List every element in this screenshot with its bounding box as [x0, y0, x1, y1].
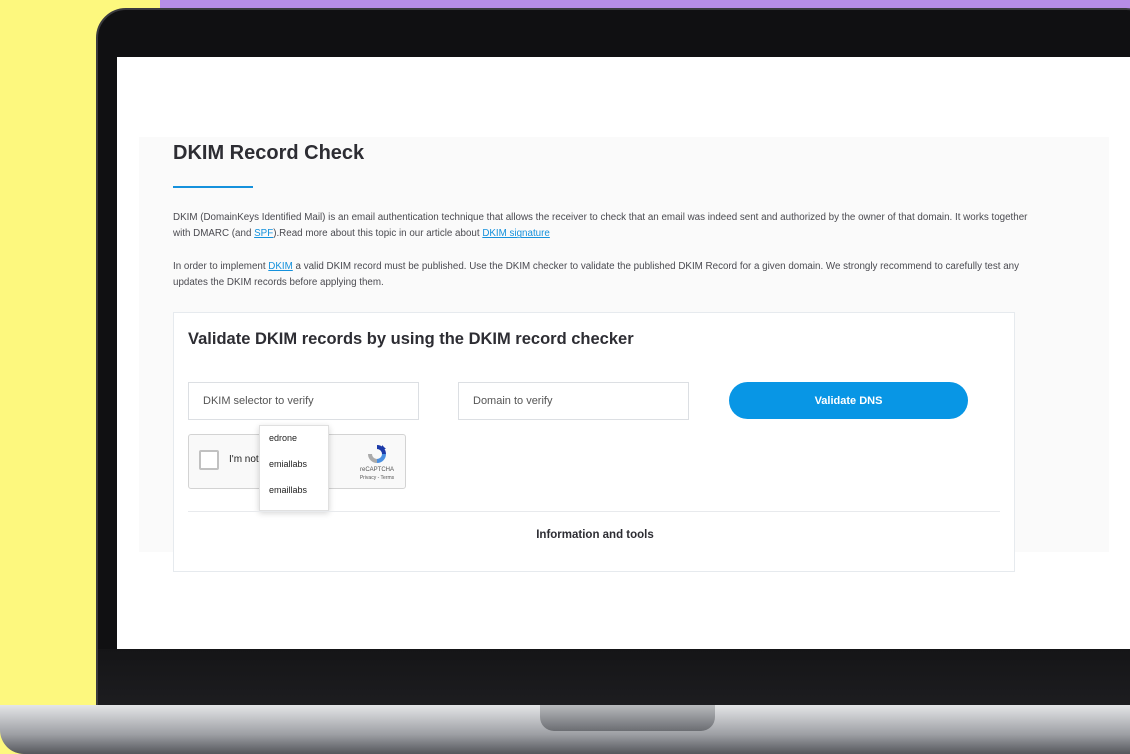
- autocomplete-option[interactable]: emiallabs: [260, 452, 328, 478]
- dkim-checker-card: Validate DKIM records by using the DKIM …: [173, 312, 1015, 572]
- laptop-chin: [98, 649, 1130, 707]
- recaptcha-privacy-terms[interactable]: Privacy - Terms: [349, 475, 405, 481]
- recaptcha-checkbox[interactable]: [199, 450, 219, 470]
- page-title: DKIM Record Check: [173, 142, 365, 164]
- spf-link[interactable]: SPF: [254, 228, 273, 239]
- dkim-signature-link[interactable]: DKIM signature: [482, 228, 550, 239]
- laptop-notch: [540, 705, 715, 731]
- implementation-paragraph: In order to implement DKIM a valid DKIM …: [173, 259, 1033, 292]
- card-title: Validate DKIM records by using the DKIM …: [188, 330, 634, 348]
- implementation-text-2: a valid DKIM record must be published. U…: [173, 261, 1020, 289]
- autocomplete-option[interactable]: edrone: [260, 426, 328, 452]
- recaptcha-brand: reCAPTCHA: [359, 467, 394, 473]
- main-content: DKIM Record Check DKIM (DomainKeys Ident…: [139, 137, 1109, 572]
- intro-text-2: ).Read more about this topic in our arti…: [273, 228, 483, 240]
- section-divider: [188, 511, 1000, 512]
- laptop-screen: DKIM Record Check DKIM (DomainKeys Ident…: [117, 57, 1130, 649]
- information-tools-heading: Information and tools: [536, 529, 654, 541]
- recaptcha-label: I'm not: [229, 454, 259, 465]
- selector-autocomplete-dropdown: edrone emiallabs emaillabs: [259, 425, 329, 511]
- dkim-link[interactable]: DKIM: [268, 261, 293, 272]
- domain-input[interactable]: [458, 382, 689, 420]
- validate-dns-button[interactable]: Validate DNS: [729, 382, 968, 419]
- dkim-selector-input[interactable]: [188, 382, 419, 420]
- implementation-text-1: In order to implement: [173, 261, 269, 272]
- recaptcha-logo-icon: [368, 445, 386, 463]
- autocomplete-option[interactable]: emaillabs: [260, 478, 328, 504]
- title-underline: [173, 186, 253, 188]
- intro-paragraph: DKIM (DomainKeys Identified Mail) is an …: [173, 210, 1033, 243]
